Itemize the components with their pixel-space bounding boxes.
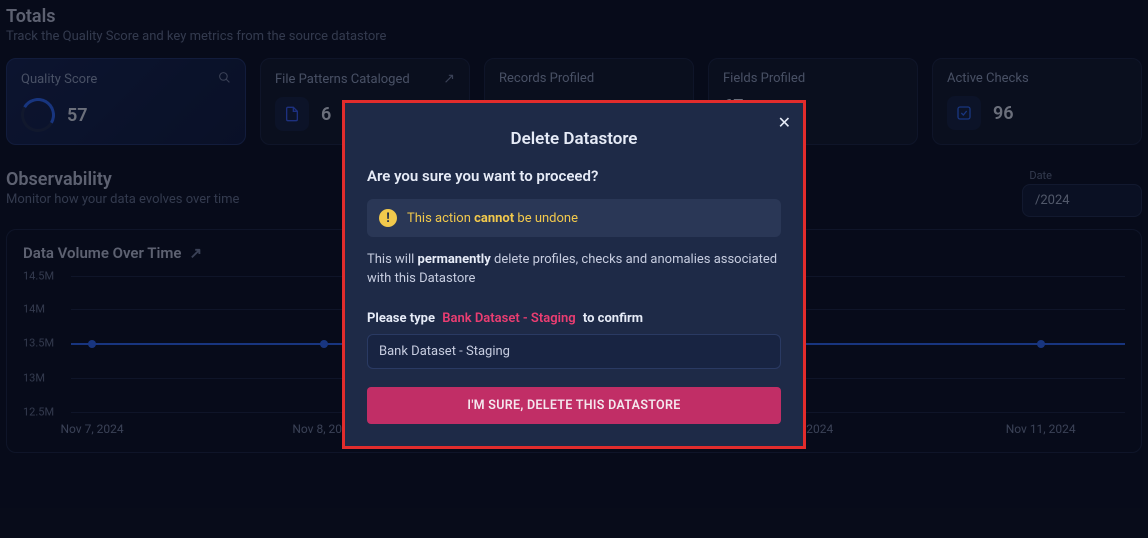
- warn-text-suffix: be undone: [514, 211, 578, 226]
- modal-body: This will permanently delete profiles, c…: [367, 251, 781, 289]
- delete-datastore-modal: ✕ Delete Datastore Are you sure you want…: [342, 100, 806, 449]
- confirm-delete-button[interactable]: I'M SURE, DELETE THIS DATASTORE: [367, 387, 781, 424]
- confirm-label: Please type Bank Dataset - Staging to co…: [367, 311, 781, 326]
- modal-subtitle: Are you sure you want to proceed?: [367, 167, 781, 185]
- warn-text-strong: cannot: [474, 211, 514, 226]
- confirm-target: Bank Dataset - Staging: [438, 311, 579, 326]
- modal-title: Delete Datastore: [367, 129, 781, 149]
- warning-banner: ! This action cannot be undone: [367, 199, 781, 237]
- warning-icon: !: [379, 209, 397, 227]
- warn-text-prefix: This action: [407, 211, 474, 226]
- close-icon[interactable]: ✕: [778, 113, 791, 132]
- modal-overlay: ✕ Delete Datastore Are you sure you want…: [0, 0, 1148, 538]
- confirm-input[interactable]: [367, 334, 781, 369]
